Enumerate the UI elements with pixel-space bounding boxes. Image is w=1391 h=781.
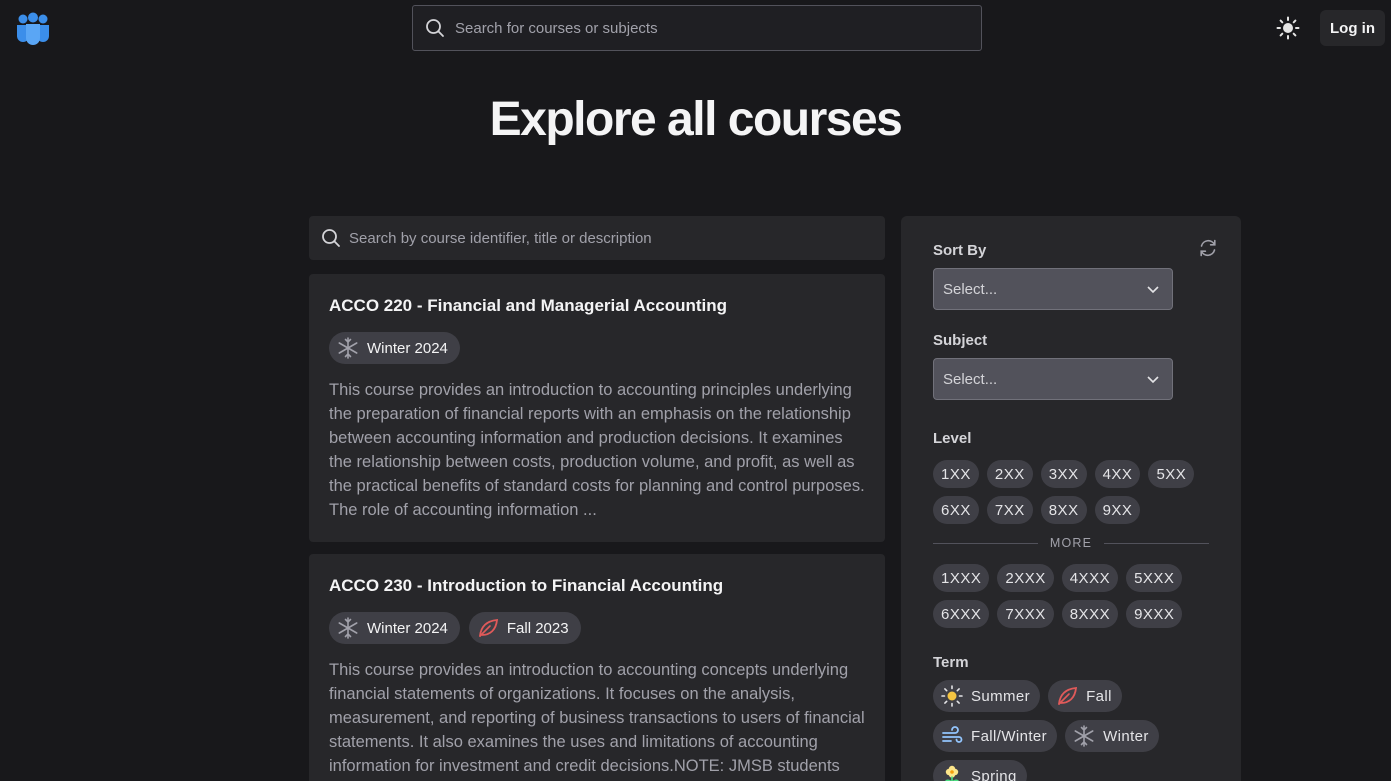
term-chip-row: Fall/Winter Winter: [933, 720, 1159, 752]
snowflake-icon: [338, 617, 358, 639]
term-badge: Fall 2023: [468, 612, 581, 644]
level-label: Level: [933, 430, 972, 447]
term-chip-label: Summer: [971, 687, 1031, 705]
level-chip-row: 6XXX 7XXX 8XXX 9XXX: [933, 600, 1183, 628]
term-chip-label: Winter: [1103, 727, 1149, 745]
page-title: Explore all courses: [489, 93, 903, 146]
search-icon: [426, 19, 444, 37]
level-chip[interactable]: 2XX: [986, 460, 1033, 488]
level-chip[interactable]: 1XX: [933, 460, 979, 488]
level-chip[interactable]: 8XX: [1040, 496, 1087, 524]
search-icon: [322, 229, 340, 247]
global-search-input[interactable]: [455, 19, 935, 37]
course-search[interactable]: [309, 216, 885, 260]
level-chip[interactable]: 3XX: [1040, 460, 1087, 488]
level-chip[interactable]: 9XX: [1094, 496, 1141, 524]
sort-by-value: Select...: [943, 280, 998, 298]
course-title[interactable]: ACCO 220 - Financial and Managerial Acco…: [329, 296, 865, 316]
subject-label: Subject: [933, 332, 988, 349]
level-chip-row: 6XX 7XX 8XX 9XX: [933, 496, 1141, 524]
snowflake-icon: [338, 337, 358, 359]
term-badge: Winter 2024: [329, 612, 460, 644]
level-chip[interactable]: 7XXX: [997, 600, 1054, 628]
more-divider: MORE: [933, 535, 1209, 551]
level-chip[interactable]: 8XXX: [1061, 600, 1119, 628]
term-chip-fall-winter[interactable]: Fall/Winter: [933, 720, 1058, 752]
term-chip-row: Summer Fall: [933, 680, 1122, 712]
chevron-down-icon: [1147, 376, 1159, 384]
level-chip[interactable]: 4XX: [1094, 460, 1141, 488]
course-description: This course provides an introduction to …: [329, 661, 865, 775]
sun-icon: [941, 685, 963, 707]
term-chip-winter[interactable]: Winter: [1065, 720, 1159, 752]
level-chip[interactable]: 1XXX: [933, 564, 990, 592]
term-chip-label: Spring: [971, 767, 1017, 781]
level-chip[interactable]: 9XXX: [1126, 600, 1183, 628]
app-logo[interactable]: [16, 11, 50, 45]
course-card[interactable]: ACCO 230 - Introduction to Financial Acc…: [309, 554, 885, 781]
term-label: Winter 2024: [367, 619, 448, 637]
term-chip-label: Fall/Winter: [971, 727, 1048, 745]
leaf-icon: [1058, 686, 1078, 705]
sort-by-label: Sort By: [933, 242, 987, 259]
term-label: Fall 2023: [506, 619, 569, 637]
term-badge: Winter 2024: [329, 332, 460, 364]
refresh-icon[interactable]: [1198, 238, 1218, 258]
level-chip[interactable]: 4XXX: [1061, 564, 1119, 592]
course-title[interactable]: ACCO 230 - Introduction to Financial Acc…: [329, 576, 865, 596]
term-label: Winter 2024: [367, 339, 448, 357]
login-button[interactable]: Log in: [1320, 10, 1385, 46]
level-chip-row: 1XX 2XX 3XX 4XX 5XX: [933, 460, 1195, 488]
term-chip-fall[interactable]: Fall: [1048, 680, 1122, 712]
level-chip[interactable]: 6XX: [933, 496, 979, 524]
global-search[interactable]: [412, 5, 982, 51]
level-chip[interactable]: 2XXX: [997, 564, 1054, 592]
leaf-icon: [478, 618, 498, 637]
term-chip-label: Fall: [1086, 687, 1112, 705]
filter-panel: Sort By Select... Subject Select... Leve…: [901, 216, 1241, 781]
term-chip-row: Spring: [933, 760, 1027, 781]
level-chip[interactable]: 5XX: [1148, 460, 1195, 488]
course-description: This course provides an introduction to …: [329, 381, 865, 519]
subject-select[interactable]: Select...: [933, 358, 1173, 400]
subject-value: Select...: [943, 370, 998, 388]
wind-icon: [942, 726, 963, 743]
flower-icon: [945, 765, 959, 781]
theme-toggle-sun-icon[interactable]: [1276, 16, 1300, 40]
more-label: MORE: [1049, 536, 1093, 550]
snowflake-icon: [1074, 725, 1094, 747]
sort-by-select[interactable]: Select...: [933, 268, 1173, 310]
term-chip-summer[interactable]: Summer: [933, 680, 1041, 712]
course-card[interactable]: ACCO 220 - Financial and Managerial Acco…: [309, 274, 885, 542]
level-chip-row: 1XXX 2XXX 4XXX 5XXX: [933, 564, 1183, 592]
term-chip-spring[interactable]: Spring: [933, 760, 1027, 781]
term-label: Term: [933, 654, 969, 671]
course-search-input[interactable]: [349, 229, 849, 247]
level-chip[interactable]: 7XX: [986, 496, 1033, 524]
level-chip[interactable]: 6XXX: [933, 600, 990, 628]
level-chip[interactable]: 5XXX: [1126, 564, 1183, 592]
chevron-down-icon: [1147, 286, 1159, 294]
